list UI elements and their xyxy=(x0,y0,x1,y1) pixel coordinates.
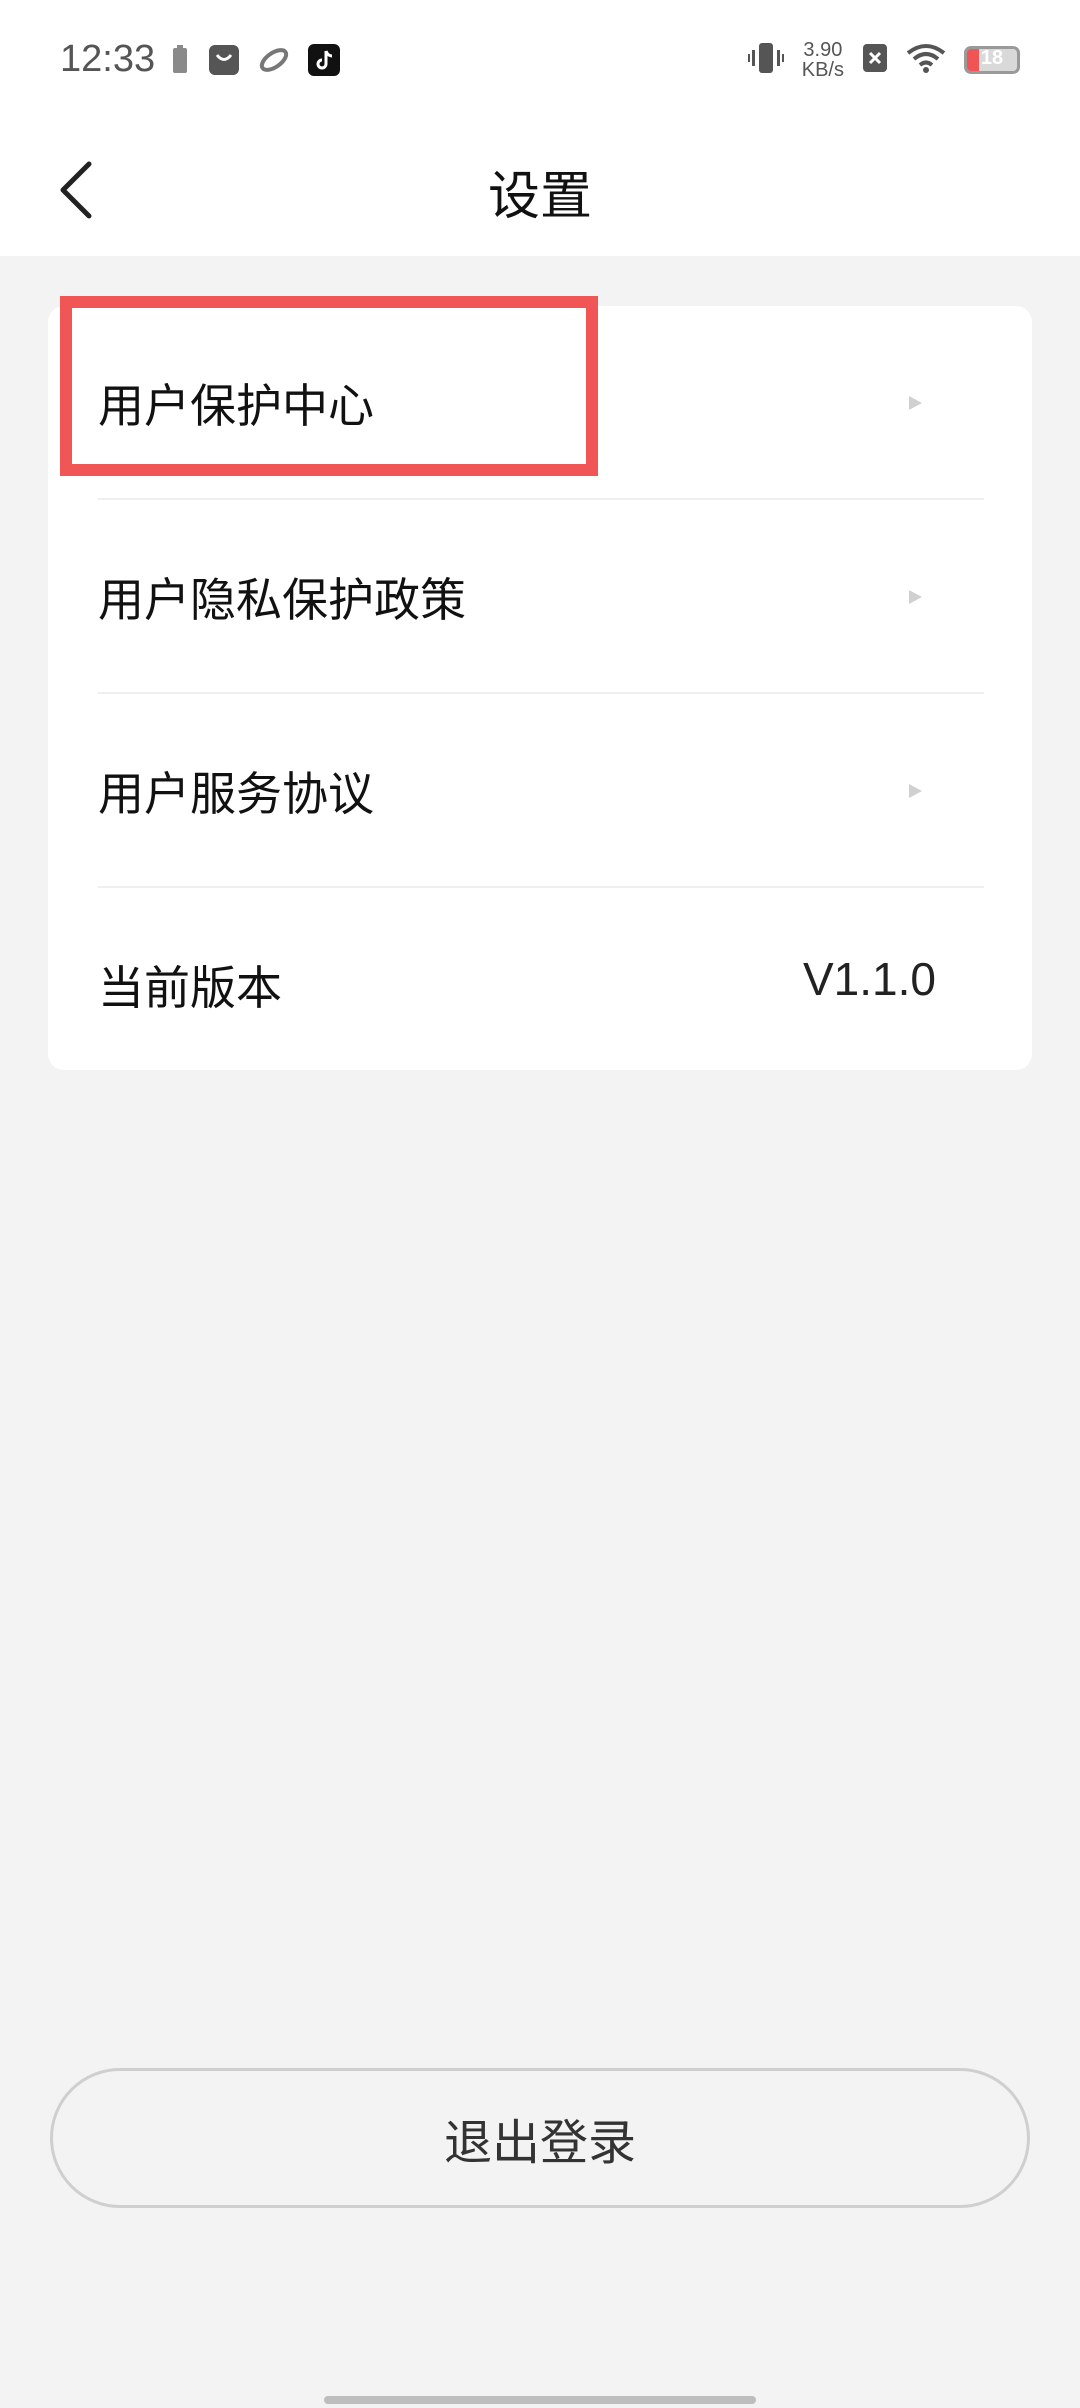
chevron-right-icon xyxy=(909,396,922,410)
header: 设置 xyxy=(0,128,1080,256)
settings-item-privacy-policy[interactable]: 用户隐私保护政策 xyxy=(50,500,984,692)
battery-small-icon xyxy=(170,45,190,79)
status-system-icons: 3.90 KB/s 18 xyxy=(747,40,1020,80)
battery-icon: 18 xyxy=(964,46,1020,74)
page-title: 设置 xyxy=(487,167,592,227)
home-indicator[interactable] xyxy=(324,2396,756,2404)
settings-item-label: 用户隐私保护政策 xyxy=(98,573,466,627)
settings-item-service-agreement[interactable]: 用户服务协议 xyxy=(50,694,984,886)
settings-item-label: 当前版本 xyxy=(98,961,282,1015)
settings-item-label: 用户服务协议 xyxy=(98,767,374,821)
settings-item-user-protection-center[interactable]: 用户保护中心 xyxy=(50,306,984,498)
vibrate-icon xyxy=(747,41,784,79)
battery-level: 18 xyxy=(980,47,1004,69)
version-value: V1.1.0 xyxy=(803,953,936,1005)
chevron-right-icon xyxy=(909,590,922,604)
settings-item-current-version: 当前版本 V1.1.0 xyxy=(50,888,984,1080)
wifi-icon xyxy=(906,43,946,77)
network-speed: 3.90 KB/s xyxy=(802,40,844,80)
network-speed-unit: KB/s xyxy=(801,59,844,81)
shopping-bag-icon xyxy=(208,44,240,80)
status-bar: 12:33 3.90 KB/s 18 xyxy=(0,0,1080,128)
tiktok-icon xyxy=(308,44,340,80)
status-notification-icons xyxy=(170,44,340,80)
chevron-right-icon xyxy=(909,784,922,798)
status-time: 12:33 xyxy=(60,38,156,80)
network-speed-value: 3.90 xyxy=(803,39,843,61)
logout-button[interactable]: 退出登录 xyxy=(50,2068,1030,2208)
planet-icon xyxy=(258,44,290,80)
settings-item-label: 用户保护中心 xyxy=(98,379,374,433)
notification-close-icon xyxy=(862,43,888,77)
